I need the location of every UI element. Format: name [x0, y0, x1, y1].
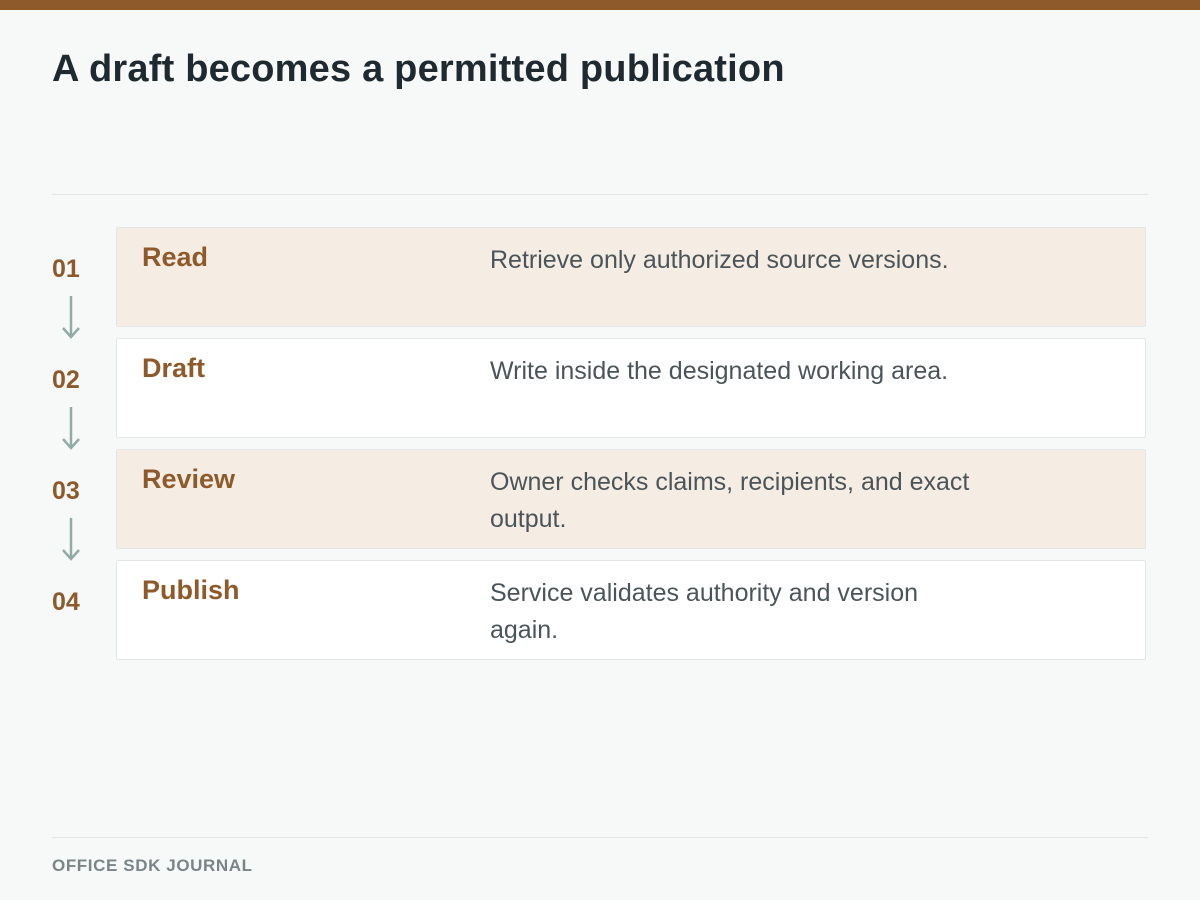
step-card-publish: Publish Service validates authority and …	[116, 560, 1146, 660]
bottom-divider	[52, 837, 1148, 838]
step-number: 04	[52, 588, 80, 616]
step-number: 01	[52, 255, 80, 283]
top-accent-bar	[0, 0, 1200, 10]
top-divider	[52, 194, 1148, 195]
step-description: Owner checks claims, recipients, and exa…	[490, 468, 970, 533]
footer-label: OFFICE SDK JOURNAL	[52, 856, 253, 875]
step-description: Write inside the designated working area…	[490, 357, 949, 385]
step-description: Service validates authority and version …	[490, 579, 919, 644]
page-title: A draft becomes a permitted publication	[52, 48, 785, 90]
step-card-draft: Draft Write inside the designated workin…	[116, 338, 1146, 438]
step-number: 02	[52, 366, 80, 394]
down-arrow-icon	[62, 296, 80, 339]
down-arrow-icon	[62, 407, 80, 450]
step-description: Retrieve only authorized source versions…	[490, 246, 949, 274]
step-label: Draft	[142, 353, 206, 383]
step-card-read: Read Retrieve only authorized source ver…	[116, 227, 1146, 327]
down-arrow-icon	[62, 518, 80, 561]
step-label: Publish	[142, 575, 240, 605]
step-label: Read	[142, 242, 209, 272]
step-label: Review	[142, 464, 236, 494]
step-card-review: Review Owner checks claims, recipients, …	[116, 449, 1146, 549]
step-number: 03	[52, 477, 80, 505]
